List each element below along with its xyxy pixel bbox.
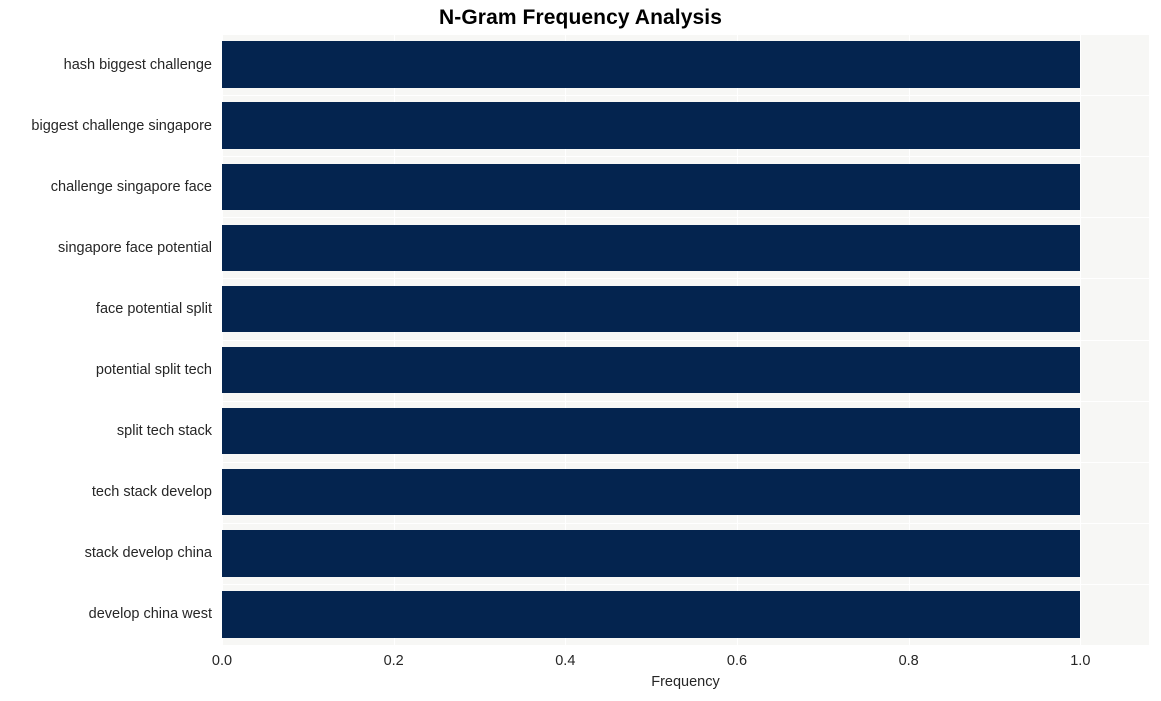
y-axis-tick-label: split tech stack bbox=[116, 423, 212, 440]
y-axis-tick-label: stack develop china bbox=[84, 545, 212, 562]
chart-figure: N-Gram Frequency Analysis hash biggest c… bbox=[0, 0, 1161, 701]
bar bbox=[222, 407, 1081, 455]
bar bbox=[222, 469, 1081, 516]
bar bbox=[222, 41, 1081, 88]
bar bbox=[222, 163, 1081, 210]
bar bbox=[222, 102, 1081, 149]
y-axis-tick-label: singapore face potential bbox=[58, 239, 212, 256]
y-axis-tick-label: tech stack develop bbox=[91, 484, 212, 501]
bar bbox=[222, 346, 1081, 394]
bar bbox=[222, 591, 1081, 638]
plot-area bbox=[222, 34, 1149, 646]
y-axis-tick-label: face potential split bbox=[95, 300, 212, 317]
x-axis-tick-label: 0.0 bbox=[211, 653, 233, 669]
y-axis-tick-label: challenge singapore face bbox=[50, 178, 212, 195]
bar bbox=[222, 224, 1081, 272]
y-axis-tick-label: develop china west bbox=[88, 606, 212, 623]
x-axis-tick-label: 1.0 bbox=[1070, 653, 1091, 669]
y-axis-tick-label: potential split tech bbox=[95, 362, 212, 379]
bars-layer bbox=[222, 34, 1149, 645]
x-axis-tick-label: 0.6 bbox=[726, 653, 748, 669]
y-axis-tick-label: hash biggest challenge bbox=[63, 56, 212, 73]
y-axis-tick-label: biggest challenge singapore bbox=[31, 117, 212, 134]
y-axis-tick-labels: hash biggest challenge biggest challenge … bbox=[0, 34, 212, 645]
x-axis-tick-label: 0.8 bbox=[898, 653, 919, 669]
x-axis-title: Frequency bbox=[651, 674, 720, 690]
x-axis-tick-labels: 0.0 0.2 0.4 0.6 0.8 1.0 bbox=[0, 645, 1161, 675]
x-axis-tick-label: 0.4 bbox=[555, 653, 576, 669]
bar bbox=[222, 285, 1081, 333]
chart-title: N-Gram Frequency Analysis bbox=[439, 6, 722, 29]
bar bbox=[222, 530, 1081, 577]
x-axis-tick-label: 0.2 bbox=[383, 653, 404, 669]
